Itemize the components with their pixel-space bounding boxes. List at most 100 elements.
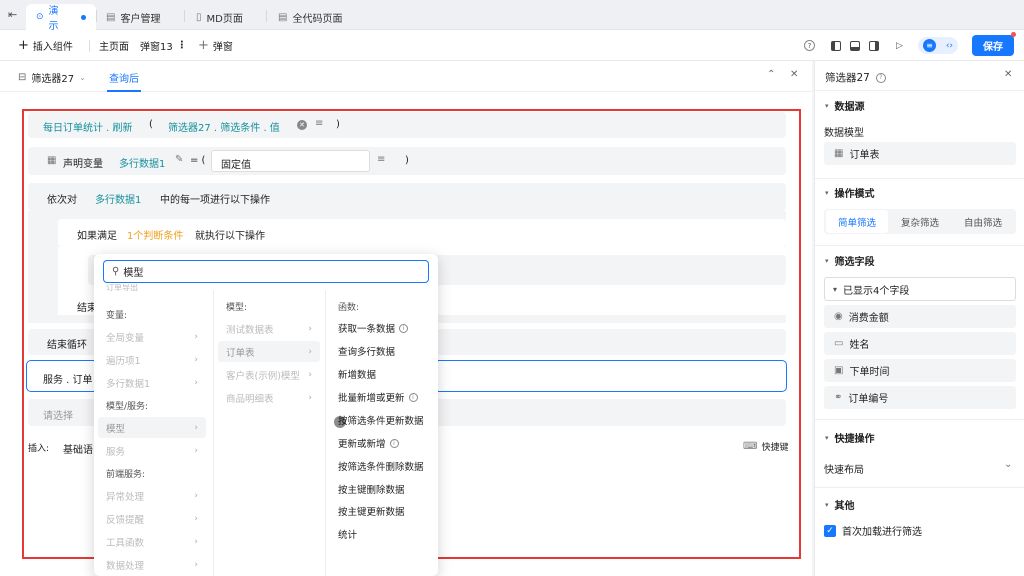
- chevron-right-icon: ›: [308, 392, 312, 403]
- search-icon: ⚲: [112, 266, 120, 277]
- function-item[interactable]: 按主键删除数据: [338, 479, 405, 499]
- model-item[interactable]: 测试数据表 ›: [218, 318, 320, 339]
- section-other[interactable]: ▾ 其他: [825, 497, 855, 513]
- chevron-right-icon: ›: [194, 422, 198, 433]
- refresh-call[interactable]: 每日订单统计 . 刷新: [43, 119, 133, 134]
- insert-component-button[interactable]: + 插入组件: [18, 30, 73, 61]
- logic-row-declare[interactable]: ▦ 声明变量 多行数据1 ✎ = ( 固定值 ≡ ): [28, 147, 786, 175]
- model-item[interactable]: 商品明细表 ›: [218, 387, 320, 408]
- category-item[interactable]: 全局变量 ›: [98, 326, 206, 347]
- insert-basic-button[interactable]: 基础语: [63, 441, 93, 456]
- chevron-right-icon: ›: [194, 377, 198, 388]
- close-icon[interactable]: ✕: [790, 69, 798, 80]
- preview-toggle[interactable]: ≡ ‹›: [918, 37, 958, 54]
- tab-after-query[interactable]: 查询后: [109, 70, 139, 85]
- section-fields[interactable]: ▾ 筛选字段: [825, 253, 875, 269]
- triangle-down-icon: ▾: [825, 500, 829, 509]
- clear-icon[interactable]: ✕: [297, 120, 307, 130]
- doc-icon: ▯: [196, 11, 202, 23]
- close-icon[interactable]: ✕: [1004, 69, 1012, 80]
- category-item[interactable]: 工具函数 ›: [98, 531, 206, 552]
- tab-customer[interactable]: ▤ 客户管理: [96, 4, 184, 30]
- collapse-sidebar-icon[interactable]: ⇤: [8, 8, 17, 21]
- function-item[interactable]: 获取一条数据 i: [338, 318, 409, 338]
- save-button[interactable]: 保存: [972, 35, 1014, 56]
- chevron-right-icon: ›: [194, 354, 198, 365]
- add-popup-button[interactable]: + 弹窗: [198, 30, 233, 61]
- field-item[interactable]: ◉ 消费金额: [824, 305, 1016, 328]
- logic-row-if[interactable]: 如果满足 1个判断条件 就执行以下操作: [58, 219, 786, 247]
- play-icon[interactable]: ▷: [892, 38, 907, 53]
- tab-demo[interactable]: ⊙ 演示: [26, 4, 96, 32]
- datamodel-field[interactable]: ▦ 订单表: [824, 142, 1016, 165]
- category-item[interactable]: 多行数据1 ›: [98, 372, 206, 393]
- logic-row-refresh[interactable]: 每日订单统计 . 刷新 ( 筛选器27 . 筛选条件 . 值 ✕ ≡ ): [28, 112, 786, 138]
- model-item-order[interactable]: 订单表 ›: [218, 341, 320, 362]
- popup-select[interactable]: 弹窗13 ⋮: [140, 30, 187, 61]
- value-field[interactable]: 固定值: [211, 150, 370, 172]
- info-icon: i: [408, 392, 418, 402]
- expression-icon[interactable]: ≡: [377, 154, 385, 165]
- category-item-model[interactable]: 模型 ›: [98, 417, 206, 438]
- chevron-right-icon: ›: [194, 513, 198, 524]
- section-mode[interactable]: ▾ 操作模式: [825, 185, 875, 201]
- function-item[interactable]: 统计: [338, 524, 357, 544]
- shortcut-button[interactable]: ⌨ 快捷键: [743, 440, 788, 453]
- section-quick-actions[interactable]: ▾ 快捷操作: [825, 430, 875, 446]
- function-item[interactable]: 查询多行数据: [338, 341, 395, 361]
- edit-icon[interactable]: ✎: [175, 154, 183, 165]
- triangle-down-icon: ▾: [833, 284, 838, 294]
- active-tab-underline: [107, 90, 141, 92]
- mode-simple[interactable]: 简单筛选: [826, 210, 888, 233]
- layout-right-icon[interactable]: [866, 38, 881, 53]
- field-item[interactable]: ⚭ 订单编号: [824, 386, 1016, 409]
- link-icon: ⚭: [834, 392, 843, 403]
- category-item[interactable]: 遍历项1 ›: [98, 349, 206, 370]
- category-item[interactable]: 订单导出: [98, 284, 206, 296]
- mode-free[interactable]: 自由筛选: [952, 210, 1014, 233]
- tab-divider: [266, 10, 267, 22]
- help-icon[interactable]: ?: [875, 72, 886, 83]
- field-item[interactable]: ▭ 姓名: [824, 332, 1016, 355]
- model-column: 模型: 测试数据表 › 订单表 › 客户表(示例)模型 › 商品明细表 ›: [214, 290, 324, 576]
- function-item[interactable]: 按筛选条件更新数据: [338, 410, 424, 430]
- fields-select[interactable]: ▾ 已显示4个字段: [824, 277, 1016, 301]
- layout-left-icon[interactable]: [828, 38, 843, 53]
- tab-label: 全代码页面: [292, 13, 343, 25]
- filter-value-arg[interactable]: 筛选器27 . 筛选条件 . 值: [168, 119, 280, 134]
- category-item[interactable]: 数据处理 ›: [98, 554, 206, 575]
- function-item[interactable]: 按主键更新数据: [338, 501, 405, 521]
- function-item[interactable]: 新增数据: [338, 364, 376, 384]
- chevron-right-icon: ›: [308, 369, 312, 380]
- tab-md-page[interactable]: ▯ MD页面: [186, 4, 266, 30]
- layout-bottom-icon[interactable]: [847, 38, 862, 53]
- function-item[interactable]: 批量新增或更新 i: [338, 387, 418, 407]
- logic-row-foreach[interactable]: 依次对 多行数据1 中的每一项进行以下操作: [28, 183, 786, 211]
- foreach-source[interactable]: 多行数据1: [95, 191, 141, 206]
- field-item[interactable]: ▣ 下单时间: [824, 359, 1016, 382]
- first-load-checkbox[interactable]: ✓ 首次加载进行筛选: [824, 523, 922, 538]
- variable-name[interactable]: 多行数据1: [119, 155, 165, 170]
- category-item[interactable]: 异常处理 ›: [98, 485, 206, 506]
- search-input[interactable]: ⚲ 模型: [103, 260, 429, 283]
- number-field-icon: ◉: [834, 311, 843, 322]
- menu-icon: ≡: [922, 39, 936, 52]
- function-item[interactable]: 按筛选条件删除数据: [338, 456, 424, 476]
- tab-fullcode[interactable]: ▤ 全代码页面: [268, 4, 368, 30]
- quick-layout-label[interactable]: 快速布局: [824, 461, 864, 476]
- help-icon[interactable]: ?: [802, 38, 817, 53]
- section-datasource[interactable]: ▾ 数据源: [825, 98, 865, 114]
- expression-icon[interactable]: ≡: [315, 118, 323, 129]
- chevron-down-icon[interactable]: ⌄: [1004, 459, 1012, 470]
- category-item[interactable]: 服务 ›: [98, 440, 206, 461]
- main-page-button[interactable]: 主页面: [99, 30, 129, 61]
- function-column: 函数: 获取一条数据 i 查询多行数据 新增数据 批量新增或更新 i 按筛选条件更新…: [326, 290, 438, 576]
- category-item[interactable]: 反馈提醒 ›: [98, 508, 206, 529]
- variable-icon: ▦: [47, 155, 57, 166]
- model-item[interactable]: 客户表(示例)模型 ›: [218, 364, 320, 385]
- filter-selector[interactable]: ⊟ 筛选器27 ⌄: [18, 70, 86, 85]
- chevron-up-icon[interactable]: ⌃: [767, 69, 775, 80]
- function-item[interactable]: 更新或新增 i: [338, 433, 399, 453]
- mode-complex[interactable]: 复杂筛选: [889, 210, 951, 233]
- condition-link[interactable]: 1个判断条件: [127, 227, 183, 242]
